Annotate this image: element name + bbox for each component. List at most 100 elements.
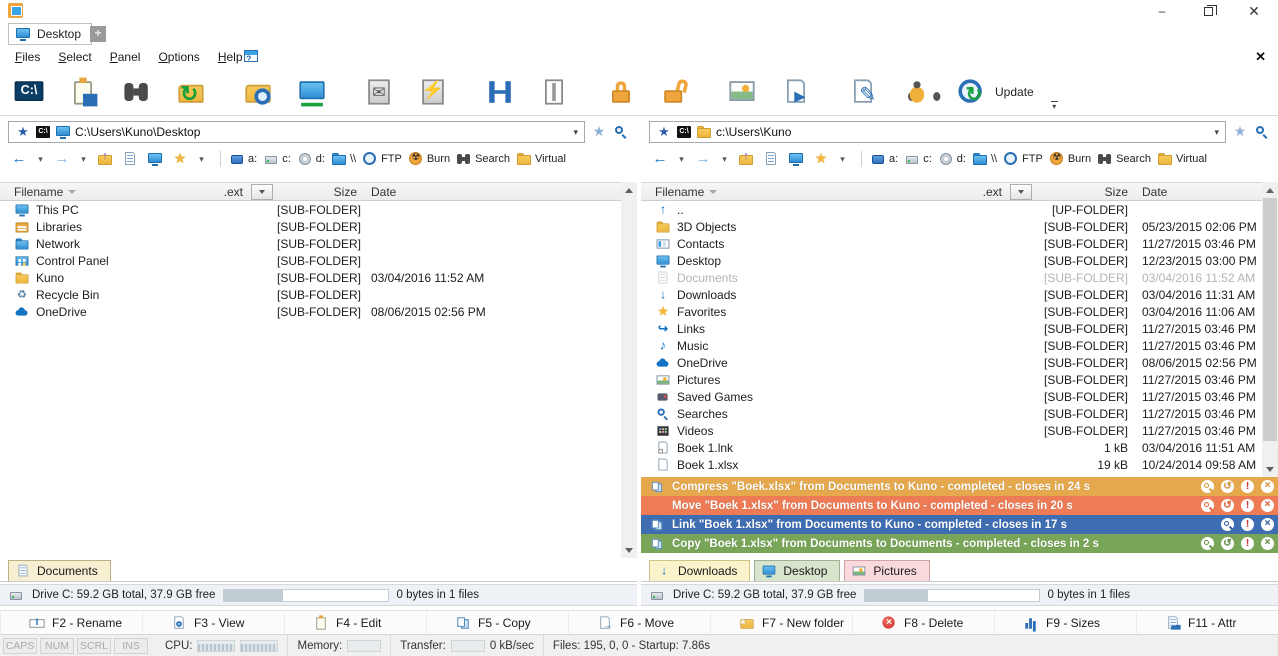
alert-icon[interactable] bbox=[1241, 537, 1254, 550]
drive-toolbar-button[interactable]: Search bbox=[1094, 148, 1154, 170]
toolbar-button[interactable] bbox=[172, 70, 226, 114]
alert-icon[interactable] bbox=[1241, 499, 1254, 512]
file-row[interactable]: Control Panel [SUB-FOLDER] bbox=[0, 252, 621, 269]
toolbar-button[interactable] bbox=[468, 70, 481, 114]
folder-tab[interactable]: Desktop bbox=[754, 560, 841, 581]
toolbar-button[interactable] bbox=[118, 70, 172, 114]
drive-toolbar-button[interactable] bbox=[33, 148, 51, 170]
undo-icon[interactable] bbox=[1221, 537, 1234, 550]
toolbar-button[interactable] bbox=[535, 70, 589, 114]
function-key-button[interactable]: F3 - View bbox=[142, 611, 284, 634]
drive-toolbar-button[interactable] bbox=[194, 148, 212, 170]
drive-toolbar-button[interactable] bbox=[674, 148, 692, 170]
drive-toolbar-button[interactable]: d: bbox=[294, 148, 328, 170]
scrollbar-thumb[interactable] bbox=[1263, 198, 1277, 441]
drive-toolbar-button[interactable]: Burn bbox=[1046, 148, 1094, 170]
drive-toolbar-button[interactable]: d: bbox=[935, 148, 969, 170]
function-key-button[interactable]: F7 - New folder bbox=[710, 611, 852, 634]
drive-toolbar-button[interactable] bbox=[169, 148, 194, 170]
column-filename[interactable]: Filename bbox=[655, 185, 704, 199]
function-key-button[interactable]: F5 - Copy bbox=[426, 611, 568, 634]
drive-toolbar-button[interactable]: FTP bbox=[1000, 148, 1046, 170]
drive-toolbar-button[interactable]: a: bbox=[867, 148, 901, 170]
toolbar-button[interactable] bbox=[293, 70, 347, 114]
operation-notification[interactable]: Copy "Boek 1.xlsx" from Documents to Doc… bbox=[641, 534, 1278, 553]
drive-toolbar-button[interactable] bbox=[119, 148, 144, 170]
right-path-box[interactable]: c:\Users\Kuno ▾ bbox=[649, 121, 1226, 143]
file-row[interactable]: Libraries [SUB-FOLDER] bbox=[0, 218, 621, 235]
column-filename[interactable]: Filename bbox=[14, 185, 63, 199]
file-row[interactable]: Kuno [SUB-FOLDER] 03/04/2016 11:52 AM bbox=[0, 269, 621, 286]
function-key-button[interactable]: F6 - Move bbox=[568, 611, 710, 634]
left-scrollbar[interactable] bbox=[621, 182, 637, 558]
tab-desktop[interactable]: Desktop bbox=[8, 23, 93, 45]
toolbar-button[interactable]: Update bbox=[952, 70, 1045, 114]
drive-toolbar-button[interactable] bbox=[760, 148, 785, 170]
drive-toolbar-button[interactable] bbox=[212, 148, 226, 170]
folder-tab[interactable]: Documents bbox=[8, 560, 111, 581]
file-row[interactable]: Documents [SUB-FOLDER] 03/04/2016 11:52 … bbox=[641, 269, 1262, 286]
scroll-up-icon[interactable] bbox=[1262, 182, 1278, 198]
file-row[interactable]: Searches [SUB-FOLDER] 11/27/2015 03:46 P… bbox=[641, 405, 1262, 422]
toolbar-overflow-chevron-icon[interactable]: ▾ bbox=[1050, 101, 1058, 111]
column-filter-dropdown[interactable] bbox=[251, 183, 273, 200]
toolbar-button[interactable] bbox=[481, 70, 535, 114]
function-key-button[interactable]: F8 - Delete bbox=[852, 611, 994, 634]
undo-icon[interactable] bbox=[1221, 480, 1234, 493]
drive-toolbar-button[interactable] bbox=[649, 148, 674, 170]
toolbar-button[interactable] bbox=[710, 70, 723, 114]
right-path-text[interactable]: c:\Users\Kuno bbox=[716, 125, 1210, 139]
file-row[interactable]: Recycle Bin [SUB-FOLDER] bbox=[0, 286, 621, 303]
operation-notification[interactable]: Compress "Boek.xlsx" from Documents to K… bbox=[641, 477, 1278, 496]
help-support-icon[interactable] bbox=[243, 48, 259, 65]
search-icon[interactable] bbox=[1254, 124, 1270, 140]
toolbar-button[interactable] bbox=[226, 70, 239, 114]
scroll-up-icon[interactable] bbox=[621, 182, 637, 198]
function-key-button[interactable]: F2 - Rename bbox=[0, 611, 142, 634]
drive-toolbar-button[interactable] bbox=[692, 148, 717, 170]
file-row[interactable]: OneDrive [SUB-FOLDER] 08/06/2015 02:56 P… bbox=[641, 354, 1262, 371]
drive-toolbar-button[interactable]: FTP bbox=[359, 148, 405, 170]
undo-icon[interactable] bbox=[1221, 499, 1234, 512]
column-date[interactable]: Date bbox=[361, 185, 621, 199]
column-size[interactable]: Size bbox=[1036, 185, 1132, 199]
column-filter-dropdown[interactable] bbox=[1010, 183, 1032, 200]
pin-star-icon[interactable] bbox=[15, 124, 31, 140]
drive-toolbar-button[interactable] bbox=[76, 148, 94, 170]
file-row[interactable]: Music [SUB-FOLDER] 11/27/2015 03:46 PM bbox=[641, 337, 1262, 354]
dismiss-icon[interactable] bbox=[1261, 499, 1274, 512]
folder-tab[interactable]: Pictures bbox=[844, 560, 930, 581]
function-key-button[interactable]: F4 - Edit bbox=[284, 611, 426, 634]
file-row[interactable]: .. [UP-FOLDER] bbox=[641, 201, 1262, 218]
file-row[interactable]: Links [SUB-FOLDER] 11/27/2015 03:46 PM bbox=[641, 320, 1262, 337]
new-tab-button[interactable]: + bbox=[90, 26, 106, 42]
column-ext[interactable]: .ext bbox=[983, 185, 1010, 199]
zoom-detail-icon[interactable] bbox=[1201, 480, 1214, 493]
file-row[interactable]: Saved Games [SUB-FOLDER] 11/27/2015 03:4… bbox=[641, 388, 1262, 405]
toolbar-button[interactable] bbox=[844, 70, 898, 114]
folder-tab[interactable]: Downloads bbox=[649, 560, 751, 581]
drive-toolbar-button[interactable] bbox=[735, 148, 760, 170]
favorites-star-icon[interactable] bbox=[591, 124, 607, 140]
minimize-button[interactable]: – bbox=[1140, 0, 1184, 22]
scroll-down-icon[interactable] bbox=[1262, 461, 1278, 477]
drive-toolbar-button[interactable] bbox=[835, 148, 853, 170]
drive-toolbar-button[interactable]: Search bbox=[453, 148, 513, 170]
scroll-down-icon[interactable] bbox=[621, 542, 637, 558]
right-scrollbar[interactable] bbox=[1262, 182, 1278, 477]
toolbar-button[interactable] bbox=[898, 70, 952, 114]
toolbar-button[interactable] bbox=[414, 70, 468, 114]
drive-toolbar-button[interactable] bbox=[785, 148, 810, 170]
drive-toolbar-button[interactable]: \\ bbox=[328, 148, 359, 170]
file-row[interactable]: Favorites [SUB-FOLDER] 03/04/2016 11:06 … bbox=[641, 303, 1262, 320]
toolbar-button[interactable] bbox=[656, 70, 710, 114]
drive-toolbar-button[interactable] bbox=[144, 148, 169, 170]
toolbar-button[interactable] bbox=[10, 70, 64, 114]
path-dropdown-icon[interactable]: ▾ bbox=[573, 127, 578, 138]
drive-toolbar-button[interactable]: c: bbox=[901, 148, 935, 170]
left-path-text[interactable]: C:\Users\Kuno\Desktop bbox=[75, 125, 569, 139]
toolbar-button[interactable] bbox=[777, 70, 831, 114]
drive-toolbar-button[interactable] bbox=[94, 148, 119, 170]
path-dropdown-icon[interactable]: ▾ bbox=[1214, 127, 1219, 138]
left-path-box[interactable]: C:\Users\Kuno\Desktop ▾ bbox=[8, 121, 585, 143]
